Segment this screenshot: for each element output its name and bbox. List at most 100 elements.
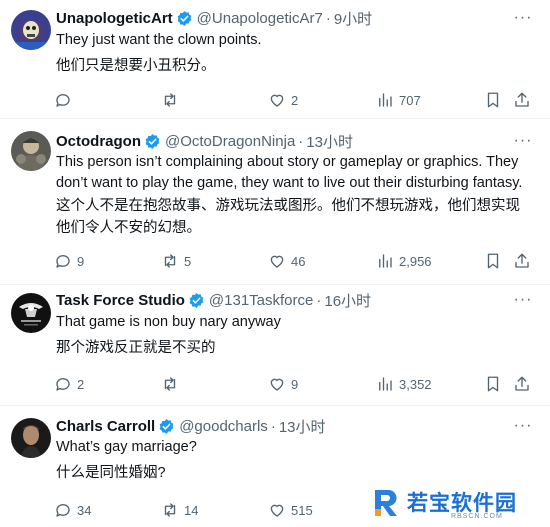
tweet-translation: 他们只是想要小丑积分。 <box>56 58 216 74</box>
tweet-2[interactable]: Octodragon @OctoDragonNinja · 13小时 ··· T… <box>0 119 550 284</box>
retweet-icon <box>164 93 176 107</box>
avatar[interactable] <box>11 293 51 333</box>
share-button[interactable] <box>513 89 531 111</box>
share-button[interactable] <box>513 250 531 272</box>
reply-button[interactable]: 9 <box>54 250 84 272</box>
separator-dot: · <box>298 132 304 150</box>
retweet-icon <box>164 377 176 391</box>
retweet-count: 14 <box>184 502 199 518</box>
bookmark-icon <box>487 92 499 108</box>
watermark: 若宝软件园 RBSCN.COM <box>365 485 545 523</box>
tweet-3[interactable]: Task Force Studio @131Taskforce · 16小时 ·… <box>0 285 550 407</box>
heart-icon <box>270 504 284 517</box>
timestamp[interactable]: 13小时 <box>279 416 326 437</box>
like-button[interactable]: 46 <box>268 250 305 272</box>
retweet-button[interactable] <box>161 373 184 395</box>
watermark-logo-icon <box>375 489 397 516</box>
verified-badge-icon <box>145 133 160 149</box>
armored-character-avatar-icon <box>11 131 51 171</box>
author-handle[interactable]: @131Taskforce <box>209 292 313 309</box>
eagle-logo-avatar-icon <box>11 293 51 333</box>
share-icon <box>515 376 529 391</box>
reply-icon <box>56 94 70 107</box>
retweet-button[interactable]: 5 <box>161 250 191 272</box>
views-chart-icon <box>379 93 392 107</box>
retweet-icon <box>164 254 176 268</box>
heart-icon <box>270 255 284 268</box>
share-icon <box>515 253 529 268</box>
author-handle[interactable]: @UnapologeticAr7 <box>197 10 323 27</box>
verified-badge-icon <box>159 418 174 434</box>
author-handle[interactable]: @OctoDragonNinja <box>165 133 295 150</box>
reply-count: 9 <box>77 253 85 269</box>
avatar[interactable] <box>11 131 51 171</box>
timestamp[interactable]: 13小时 <box>306 131 353 152</box>
views-chart-icon <box>379 254 392 268</box>
bookmark-button[interactable] <box>484 89 502 111</box>
views-count: 3,352 <box>399 376 432 392</box>
tweet-header: Octodragon @OctoDragonNinja · 13小时 <box>56 131 353 151</box>
tweet-translation: 那个游戏反正就是不买的 <box>56 340 216 356</box>
more-options-button[interactable]: ··· <box>512 416 534 436</box>
author-name[interactable]: Charls Carroll <box>56 418 155 435</box>
like-button[interactable]: 2 <box>268 89 298 111</box>
retweet-button[interactable] <box>161 89 184 111</box>
more-icon: ··· <box>513 132 533 149</box>
like-count: 2 <box>291 92 299 108</box>
reply-button[interactable]: 2 <box>54 373 84 395</box>
like-count: 46 <box>291 253 306 269</box>
watermark-url: RBSCN.COM <box>451 513 503 520</box>
tweet-text: They just want the clown points. <box>56 32 262 48</box>
tweet-text: This person isn’t complaining about stor… <box>56 154 523 191</box>
timestamp[interactable]: 16小时 <box>324 290 371 311</box>
author-name[interactable]: Octodragon <box>56 133 141 150</box>
portrait-avatar-icon <box>11 418 51 458</box>
author-name[interactable]: UnapologeticArt <box>56 10 173 27</box>
separator-dot: · <box>270 417 276 435</box>
views-button[interactable]: 3,352 <box>376 373 432 395</box>
reply-count: 34 <box>77 502 92 518</box>
more-options-button[interactable]: ··· <box>512 8 534 28</box>
author-handle[interactable]: @goodcharls <box>179 418 268 435</box>
more-options-button[interactable]: ··· <box>512 131 534 151</box>
separator-dot: · <box>316 291 322 309</box>
views-count: 707 <box>399 92 421 108</box>
avatar[interactable] <box>11 10 51 50</box>
views-button[interactable]: 707 <box>376 89 421 111</box>
more-options-button[interactable]: ··· <box>512 290 534 310</box>
more-icon: ··· <box>513 417 533 434</box>
reply-button[interactable] <box>54 89 77 111</box>
retweet-count: 5 <box>184 253 192 269</box>
like-button[interactable]: 515 <box>268 499 313 521</box>
heart-icon <box>270 378 284 391</box>
verified-badge-icon <box>189 292 204 308</box>
tweet-header: Charls Carroll @goodcharls · 13小时 <box>56 416 326 436</box>
tweet-1[interactable]: UnapologeticArt @UnapologeticAr7 · 9小时 ·… <box>0 0 550 118</box>
reply-icon <box>56 255 70 268</box>
like-button[interactable]: 9 <box>268 373 298 395</box>
bookmark-button[interactable] <box>484 373 502 395</box>
tweet-translation: 这个人不是在抱怨故事、游戏玩法或图形。他们不想玩游戏，他们想实现他们令人不安的幻… <box>56 198 520 236</box>
action-bar: 9 5 46 2,956 <box>54 250 534 272</box>
views-button[interactable]: 2,956 <box>376 250 432 272</box>
share-button[interactable] <box>513 373 531 395</box>
bookmark-icon <box>487 253 499 269</box>
timestamp[interactable]: 9小时 <box>334 8 372 29</box>
action-bar: 2 707 <box>54 89 534 111</box>
tweet-header: Task Force Studio @131Taskforce · 16小时 <box>56 290 371 310</box>
views-count: 2,956 <box>399 253 432 269</box>
skeletor-avatar-icon <box>11 10 51 50</box>
reply-count: 2 <box>77 376 85 392</box>
retweet-button[interactable]: 14 <box>161 499 198 521</box>
more-icon: ··· <box>513 291 533 308</box>
reply-button[interactable]: 34 <box>54 499 91 521</box>
author-name[interactable]: Task Force Studio <box>56 292 185 309</box>
share-icon <box>515 92 529 107</box>
separator-dot: · <box>325 9 331 27</box>
tweet-text: That game is non buy nary anyway <box>56 314 281 330</box>
reply-icon <box>56 504 70 517</box>
more-icon: ··· <box>513 9 533 26</box>
avatar[interactable] <box>11 418 51 458</box>
bookmark-button[interactable] <box>484 250 502 272</box>
retweet-icon <box>164 503 176 517</box>
